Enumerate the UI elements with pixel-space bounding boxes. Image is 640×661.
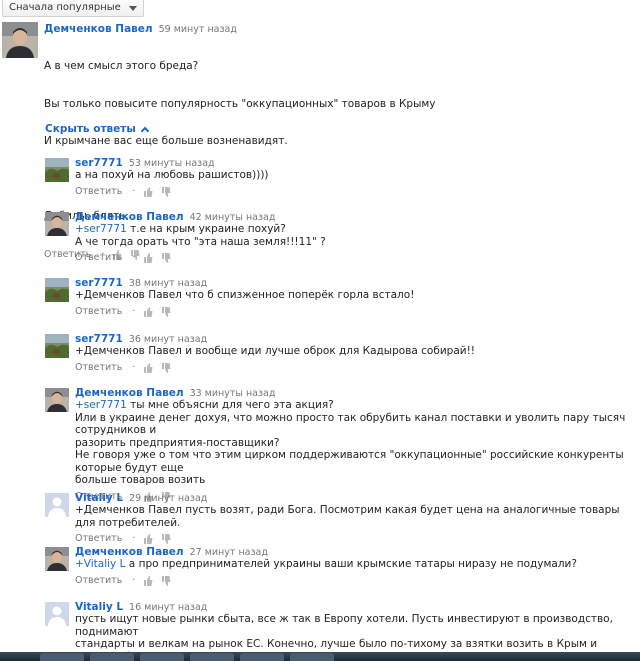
- taskbar-item[interactable]: [240, 653, 284, 661]
- comment-actions: Ответить ·: [75, 361, 635, 375]
- comment-time[interactable]: 42 минуты назад: [190, 212, 276, 223]
- comment-time[interactable]: 38 минут назад: [129, 278, 207, 289]
- comment-author[interactable]: Демченков Павел: [75, 546, 184, 558]
- reply-link[interactable]: Ответить: [75, 186, 122, 198]
- comment-text: +Vitaliy L а про предпринимателей украин…: [75, 558, 635, 571]
- thumbs-up-icon[interactable]: [143, 534, 153, 544]
- thumbs-up-icon[interactable]: [143, 186, 153, 197]
- comment-time[interactable]: 16 минут назад: [129, 602, 207, 613]
- taskbar-item[interactable]: [90, 653, 134, 661]
- comment-text-body: а про предпринимателей украины ваши крым…: [125, 558, 577, 570]
- comment-time[interactable]: 33 минуты назад: [190, 388, 276, 399]
- hide-replies-link[interactable]: Скрыть ответы: [45, 123, 150, 136]
- sort-bar: Сначала популярные: [2, 0, 144, 18]
- comment-text-body: +Демченков Павел что б спизженное поперё…: [75, 289, 415, 301]
- comment-text: +Демченков Павел пусть возят, ради Бога.…: [75, 504, 635, 529]
- thumbs-up-icon[interactable]: [143, 253, 153, 263]
- comment-author[interactable]: Vitaliy L: [75, 492, 123, 504]
- comment-author[interactable]: Vitaliy L: [75, 601, 123, 613]
- taskbar-item[interactable]: [140, 653, 184, 661]
- reply-link[interactable]: Ответить: [75, 306, 122, 318]
- reply-link[interactable]: Ответить: [75, 252, 122, 264]
- comment-text: а на похуй на любовь рашистов)))): [75, 169, 635, 182]
- reply-link[interactable]: Ответить: [75, 362, 122, 374]
- comment-actions: Ответить ·: [75, 251, 635, 265]
- taskbar-item[interactable]: [40, 653, 84, 661]
- comment-author[interactable]: Демченков Павел: [75, 211, 184, 223]
- comment-author[interactable]: ser7771: [75, 333, 123, 345]
- thumbs-down-icon[interactable]: [161, 534, 171, 544]
- comment-text-body: +Демченков Павел и вообще иди лучше обро…: [75, 345, 475, 357]
- comment-text: +Демченков Павел что б спизженное поперё…: [75, 289, 635, 302]
- reply-link[interactable]: Ответить: [75, 533, 122, 545]
- thumbs-down-icon[interactable]: [161, 362, 171, 373]
- avatar[interactable]: [45, 547, 69, 571]
- comment-text-body: +Демченков Павел пусть возят, ради Бога.…: [75, 504, 623, 529]
- thumbs-down-icon[interactable]: [161, 253, 171, 263]
- top-comment: Демченков Павел 59 минут назад А в чем см…: [0, 18, 640, 260]
- comment-author[interactable]: ser7771: [75, 157, 123, 169]
- comment-author[interactable]: Демченков Павел: [44, 23, 153, 35]
- avatar[interactable]: [45, 334, 69, 358]
- comment-text-body: ты мне объясни для чего эта акция? Или в…: [75, 399, 626, 486]
- mention-link[interactable]: +ser7771: [75, 223, 127, 235]
- taskbar-item[interactable]: [290, 653, 334, 661]
- comment-actions: Ответить ·: [75, 532, 635, 546]
- comment-time[interactable]: 29 минут назад: [129, 493, 207, 504]
- avatar[interactable]: [45, 278, 69, 302]
- chevron-down-icon: [128, 6, 137, 11]
- thumbs-up-icon[interactable]: [143, 306, 153, 317]
- avatar[interactable]: [45, 158, 69, 182]
- comment-author[interactable]: Демченков Павел: [75, 387, 184, 399]
- taskbar-item[interactable]: [190, 653, 234, 661]
- thumbs-up-icon[interactable]: [143, 362, 153, 373]
- comment-actions: Ответить ·: [75, 305, 635, 319]
- comment-time[interactable]: 27 минут назад: [190, 547, 268, 558]
- comment-actions: Ответить ·: [75, 185, 635, 199]
- person-avatar-icon: [2, 22, 38, 58]
- comment-time[interactable]: 36 минут назад: [129, 334, 207, 345]
- comment-actions: Ответить ·: [75, 574, 635, 588]
- comment-text: +ser7771 т.е на крым украине похуй? А че…: [75, 223, 635, 248]
- sort-label: Сначала популярные: [9, 2, 121, 13]
- comment-text: +ser7771 ты мне объясни для чего эта акц…: [75, 399, 635, 487]
- taskbar: [0, 652, 640, 661]
- reply-link[interactable]: Ответить: [75, 575, 122, 587]
- comment-line: И крымчане вас еще больше возненавидят.: [44, 135, 288, 147]
- comment-line: Вы только повысите популярность "оккупац…: [44, 97, 436, 110]
- avatar[interactable]: [45, 388, 69, 412]
- sort-dropdown[interactable]: Сначала популярные: [2, 0, 144, 17]
- avatar[interactable]: [45, 212, 69, 236]
- comment-line: А в чем смысл этого бреда?: [44, 60, 199, 72]
- avatar[interactable]: [45, 602, 69, 626]
- mention-link[interactable]: +Vitaliy L: [75, 558, 125, 570]
- thumbs-down-icon[interactable]: [161, 186, 171, 197]
- thumbs-down-icon[interactable]: [161, 575, 171, 586]
- thumbs-down-icon[interactable]: [161, 306, 171, 317]
- thumbs-up-icon[interactable]: [143, 575, 153, 586]
- comment-time[interactable]: 53 минуты назад: [129, 158, 215, 169]
- avatar[interactable]: [2, 22, 38, 58]
- comment-text: +Демченков Павел и вообще иди лучше обро…: [75, 345, 635, 358]
- hide-replies-label: Скрыть ответы: [45, 123, 136, 135]
- mention-link[interactable]: +ser7771: [75, 399, 127, 411]
- comment-text-body: а на похуй на любовь рашистов)))): [75, 169, 269, 181]
- chevron-up-icon: [140, 126, 150, 136]
- comment-author[interactable]: ser7771: [75, 277, 123, 289]
- avatar[interactable]: [45, 493, 69, 517]
- comment-time[interactable]: 59 минут назад: [159, 24, 237, 35]
